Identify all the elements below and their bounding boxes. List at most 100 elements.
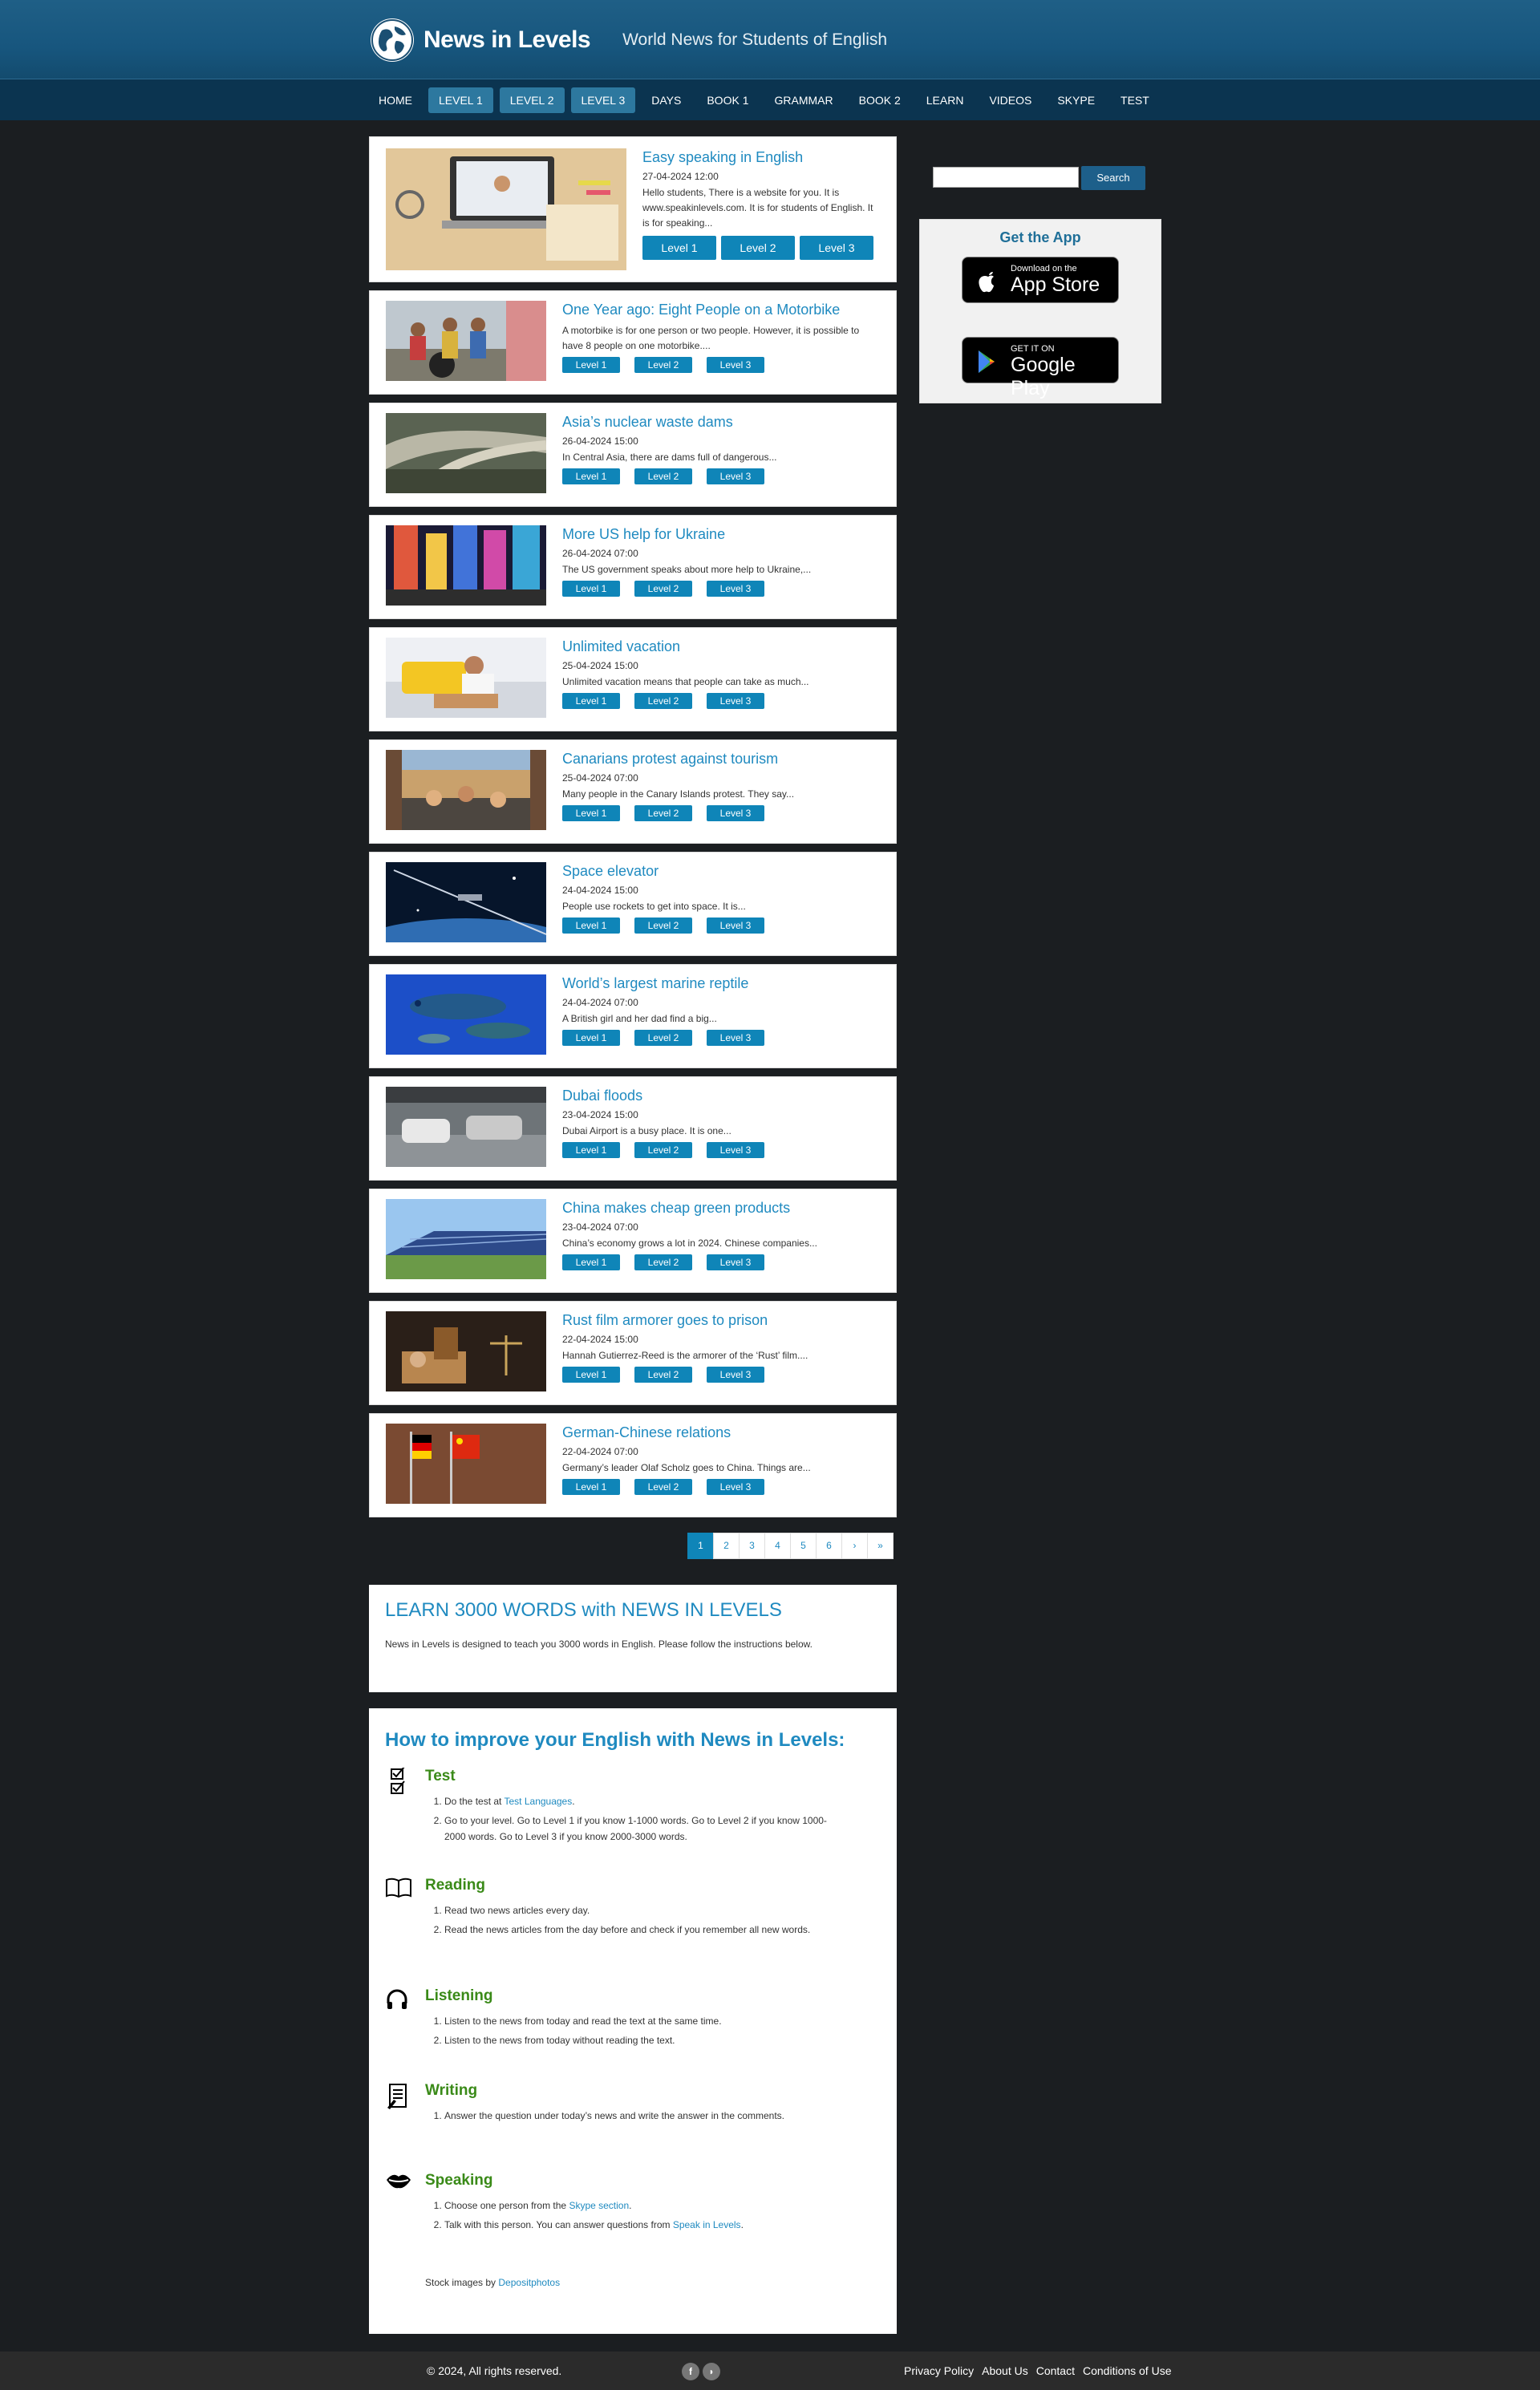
level-2-button[interactable]: Level 2	[634, 357, 692, 373]
article-title[interactable]: Easy speaking in English	[642, 148, 880, 166]
level-3-button[interactable]: Level 3	[707, 1254, 764, 1270]
level-2-button[interactable]: Level 2	[634, 1030, 692, 1046]
article-thumbnail[interactable]	[386, 1311, 546, 1391]
article-thumbnail[interactable]	[386, 750, 546, 830]
next-page-link[interactable]: ›	[841, 1533, 868, 1559]
footer-link-privacy-policy[interactable]: Privacy Policy	[904, 2364, 974, 2377]
level-1-button[interactable]: Level 1	[562, 581, 620, 597]
level-1-button[interactable]: Level 1	[562, 1479, 620, 1495]
article-title[interactable]: Unlimited vacation	[562, 638, 880, 655]
level-2-button[interactable]: Level 2	[634, 581, 692, 597]
test-languages-link[interactable]: Test Languages	[505, 1796, 573, 1807]
section-reading-list: Read two news articles every day. Read t…	[425, 1902, 842, 1941]
level-2-button[interactable]: Level 2	[634, 918, 692, 934]
article-thumbnail[interactable]	[386, 862, 546, 942]
level-2-button[interactable]: Level 2	[634, 1254, 692, 1270]
page-3-link[interactable]: 3	[739, 1533, 765, 1559]
skype-section-link[interactable]: Skype section	[569, 2200, 629, 2211]
article-title[interactable]: One Year ago: Eight People on a Motorbik…	[562, 301, 880, 318]
level-2-button[interactable]: Level 2	[721, 236, 795, 260]
nav-item-level-1[interactable]: LEVEL 1	[428, 87, 493, 113]
search-input[interactable]	[933, 167, 1079, 188]
nav-item-grammar[interactable]: GRAMMAR	[764, 87, 842, 113]
article-title[interactable]: More US help for Ukraine	[562, 525, 880, 543]
article-thumbnail[interactable]	[386, 413, 546, 493]
article-title[interactable]: Asia’s nuclear waste dams	[562, 413, 880, 431]
article-title[interactable]: China makes cheap green products	[562, 1199, 880, 1217]
level-1-button[interactable]: Level 1	[562, 357, 620, 373]
article-title[interactable]: Space elevator	[562, 862, 880, 880]
article-title[interactable]: German-Chinese relations	[562, 1424, 880, 1441]
level-3-button[interactable]: Level 3	[707, 1142, 764, 1158]
level-3-button[interactable]: Level 3	[707, 918, 764, 934]
depositphotos-link[interactable]: Depositphotos	[498, 2277, 560, 2288]
get-app-box: Get the App Download on the App Store GE…	[919, 219, 1161, 403]
nav-item-skype[interactable]: SKYPE	[1048, 87, 1104, 113]
article-thumbnail[interactable]	[386, 1087, 546, 1167]
nav-item-book-2[interactable]: BOOK 2	[849, 87, 910, 113]
logo-text[interactable]: News in Levels	[424, 26, 591, 54]
page-5-link[interactable]: 5	[790, 1533, 817, 1559]
nav-item-book-1[interactable]: BOOK 1	[697, 87, 758, 113]
footer-link-contact[interactable]: Contact	[1036, 2364, 1075, 2377]
level-3-button[interactable]: Level 3	[707, 581, 764, 597]
article-title[interactable]: Canarians protest against tourism	[562, 750, 880, 768]
nav-item-level-3[interactable]: LEVEL 3	[570, 87, 636, 113]
rss-icon[interactable]: ◗	[703, 2363, 720, 2380]
level-3-button[interactable]: Level 3	[707, 693, 764, 709]
article-thumbnail[interactable]	[386, 301, 546, 381]
page-2-link[interactable]: 2	[713, 1533, 740, 1559]
nav-item-days[interactable]: DAYS	[642, 87, 691, 113]
level-3-button[interactable]: Level 3	[707, 1479, 764, 1495]
nav-item-videos[interactable]: VIDEOS	[979, 87, 1041, 113]
nav-item-home[interactable]: HOME	[369, 87, 422, 113]
nav-item-test[interactable]: TEST	[1111, 87, 1159, 113]
level-2-button[interactable]: Level 2	[634, 1142, 692, 1158]
page-1-link[interactable]: 1	[687, 1533, 714, 1559]
article-thumbnail[interactable]	[386, 638, 546, 718]
level-1-button[interactable]: Level 1	[562, 693, 620, 709]
level-1-button[interactable]: Level 1	[562, 805, 620, 821]
facebook-icon[interactable]: f	[682, 2363, 699, 2380]
nav-item-level-2[interactable]: LEVEL 2	[499, 87, 565, 113]
level-1-button[interactable]: Level 1	[562, 918, 620, 934]
article-date: 23-04-2024 15:00	[562, 1109, 638, 1120]
level-2-button[interactable]: Level 2	[634, 805, 692, 821]
level-3-button[interactable]: Level 3	[707, 357, 764, 373]
level-2-button[interactable]: Level 2	[634, 468, 692, 484]
level-1-button[interactable]: Level 1	[562, 1254, 620, 1270]
level-3-button[interactable]: Level 3	[707, 1030, 764, 1046]
level-2-button[interactable]: Level 2	[634, 1479, 692, 1495]
article-thumbnail[interactable]	[386, 148, 626, 270]
search-button[interactable]: Search	[1081, 166, 1145, 190]
level-1-button[interactable]: Level 1	[562, 468, 620, 484]
level-3-button[interactable]: Level 3	[707, 468, 764, 484]
level-3-button[interactable]: Level 3	[800, 236, 873, 260]
header-brand[interactable]: News in Levels World News for Students o…	[371, 18, 887, 63]
level-3-button[interactable]: Level 3	[707, 805, 764, 821]
app-store-button[interactable]: Download on the App Store	[962, 257, 1119, 303]
nav-item-learn[interactable]: LEARN	[917, 87, 974, 113]
page-4-link[interactable]: 4	[764, 1533, 791, 1559]
footer-link-about-us[interactable]: About Us	[982, 2364, 1028, 2377]
footer-link-conditions-of-use[interactable]: Conditions of Use	[1083, 2364, 1172, 2377]
level-2-button[interactable]: Level 2	[634, 693, 692, 709]
level-3-button[interactable]: Level 3	[707, 1367, 764, 1383]
level-2-button[interactable]: Level 2	[634, 1367, 692, 1383]
level-1-button[interactable]: Level 1	[642, 236, 716, 260]
article-thumbnail[interactable]	[386, 525, 546, 606]
article-thumbnail[interactable]	[386, 1199, 546, 1279]
article-title[interactable]: Rust film armorer goes to prison	[562, 1311, 880, 1329]
level-1-button[interactable]: Level 1	[562, 1367, 620, 1383]
level-1-button[interactable]: Level 1	[562, 1030, 620, 1046]
google-play-button[interactable]: GET IT ON Google Play	[962, 337, 1119, 399]
page-6-link[interactable]: 6	[816, 1533, 842, 1559]
level-1-button[interactable]: Level 1	[562, 1142, 620, 1158]
article-thumbnail[interactable]	[386, 974, 546, 1055]
article-thumbnail[interactable]	[386, 1424, 546, 1504]
app-store-big: App Store	[1011, 273, 1100, 296]
speak-in-levels-link[interactable]: Speak in Levels	[673, 2219, 741, 2230]
article-title[interactable]: Dubai floods	[562, 1087, 880, 1104]
article-title[interactable]: World’s largest marine reptile	[562, 974, 880, 992]
last-page-link[interactable]: »	[867, 1533, 894, 1559]
